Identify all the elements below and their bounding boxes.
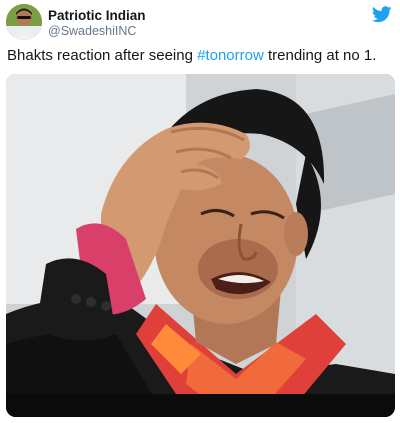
twitter-bird-icon[interactable] bbox=[372, 6, 392, 23]
hashtag-link[interactable]: #tonorrow bbox=[197, 47, 264, 64]
tweet-text-after: trending at no 1. bbox=[263, 47, 377, 64]
author-handle[interactable]: @SwadeshiINC bbox=[48, 24, 146, 39]
author-display-name[interactable]: Patriotic Indian bbox=[48, 8, 146, 24]
tweet-text: Bhakts reaction after seeing #tonorrow t… bbox=[7, 47, 392, 64]
crying-man-photo bbox=[6, 74, 395, 417]
author-names: Patriotic Indian @SwadeshiINC bbox=[48, 8, 146, 39]
avatar[interactable] bbox=[6, 4, 42, 40]
tweet-header: Patriotic Indian @SwadeshiINC bbox=[6, 4, 394, 42]
tweet-photo[interactable] bbox=[6, 74, 395, 417]
tweet-card[interactable]: Patriotic Indian @SwadeshiINC Bhakts rea… bbox=[0, 0, 400, 423]
tweet-text-before: Bhakts reaction after seeing bbox=[7, 47, 198, 64]
